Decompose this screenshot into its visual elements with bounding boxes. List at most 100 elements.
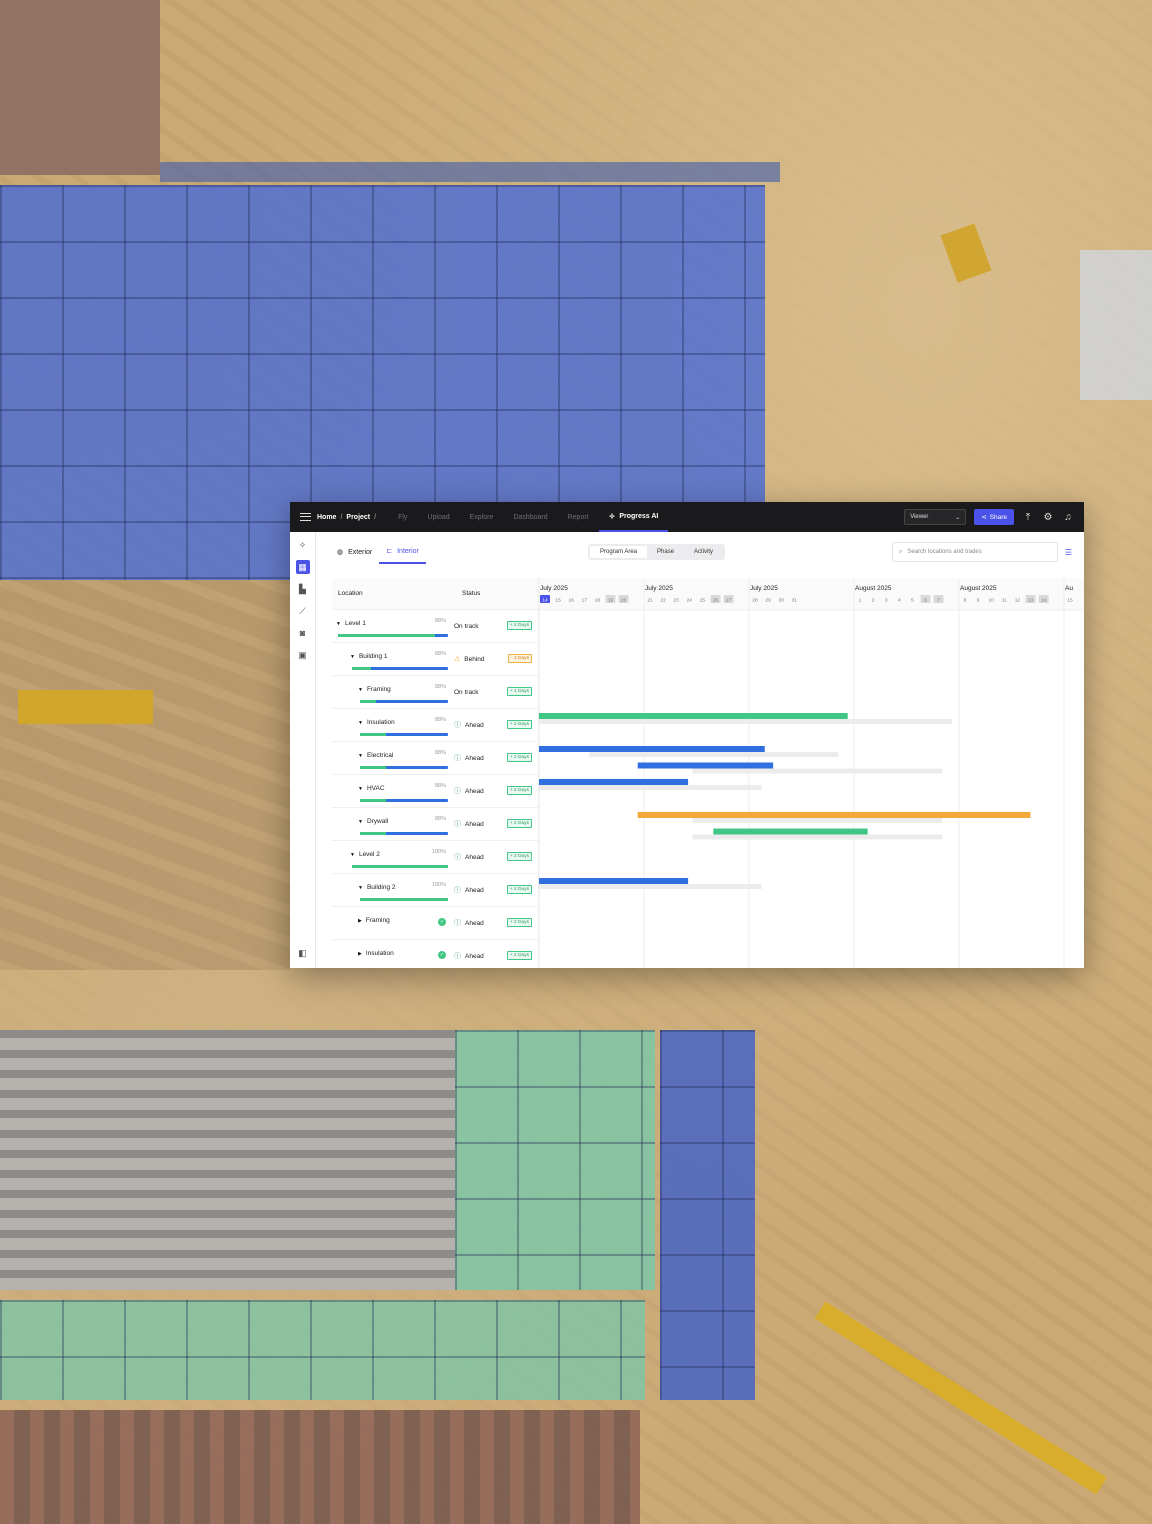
table-row[interactable]: ▶ Insulation ✓ ⓘ Ahead + 2 Days [332,940,538,968]
caret-down-icon[interactable]: ▼ [336,621,341,627]
search-input[interactable]: ⌕ Search locations and trades [892,542,1058,562]
table-header: Location Status [332,578,538,610]
tab-exterior[interactable]: ◍ Exterior [330,540,379,564]
day-label: 21 [647,597,653,603]
month-label: August 2025 [855,585,892,592]
nav-dashboard[interactable]: Dashboard [503,502,557,532]
panorama-icon[interactable]: ▣ [296,648,310,662]
schedule-delta-badge: + 2 Days [506,753,532,762]
location-name[interactable]: ▼ Level 1 [336,620,366,627]
caret-down-icon[interactable]: ▼ [358,753,363,759]
status-cell: ⓘ Ahead + 2 Days [448,775,538,807]
camera-icon[interactable]: ◙ [296,626,310,640]
day-label: 25 [700,597,706,603]
location-name[interactable]: ▼ Level 2 [350,851,380,858]
excavator [940,223,992,283]
day-label: 26 [713,597,719,603]
filter-icon[interactable]: ☰ [1065,548,1072,557]
location-name[interactable]: ▼ Insulation [358,719,395,726]
chart-icon[interactable]: ⟋ [296,604,310,618]
month-label: July 2025 [645,585,673,592]
grouping-segmented-control: Program Area Phase Activity [588,544,726,560]
location-cell: ▼ Electrical 88% [332,742,448,774]
collapse-panel-icon[interactable]: ◧ [296,946,310,960]
location-name[interactable]: ▼ Electrical [358,752,393,759]
sparkle-icon[interactable]: ✧ [296,538,310,552]
share-button[interactable]: ⋖ Share [974,509,1014,525]
day-label: 2 [872,597,875,603]
globe-icon: ◍ [337,549,344,556]
nav-report[interactable]: Report [558,502,599,532]
location-label: Level 2 [358,851,380,858]
segment-activity[interactable]: Activity [684,546,723,558]
viewer-select-value: Viewer [910,514,929,520]
nav-fly[interactable]: Fly [388,502,417,532]
caret-down-icon[interactable]: ▼ [358,720,363,726]
table-row[interactable]: ▼ Electrical 88% ⓘ Ahead + 2 Days [332,742,538,775]
grid-icon[interactable]: ▦ [295,560,310,574]
table-row[interactable]: ▶ Framing ✓ ⓘ Ahead + 2 Days [332,907,538,940]
location-name[interactable]: ▼ Building 1 [350,653,388,660]
month-label: August 2025 [960,585,997,592]
caret-right-icon[interactable]: ▶ [358,918,362,924]
viewer-select[interactable]: Viewer ⌄ [904,509,967,525]
table-row[interactable]: ▼ Framing 88% On track + 1 Days [332,676,538,709]
location-name[interactable]: ▼ HVAC [358,785,385,792]
progress-percent: 88% [434,816,446,822]
caret-down-icon[interactable]: ▼ [350,654,355,660]
share-icon: ⋖ [981,514,987,521]
caret-down-icon[interactable]: ▼ [358,819,363,825]
status-label: Ahead [465,754,484,762]
day-label: 20 [621,597,627,603]
day-label: 8 [964,597,967,603]
bell-icon[interactable]: ♫ [1062,512,1074,523]
caret-down-icon[interactable]: ▼ [358,687,363,693]
nav-upload[interactable]: Upload [417,502,459,532]
settings-icon[interactable]: ⚙ [1042,512,1054,523]
location-name[interactable]: ▶ Framing [358,917,390,924]
caret-right-icon[interactable]: ▶ [358,951,362,957]
nav-progress-ai-label: Progress AI [619,512,659,520]
table-row[interactable]: ▼ Drywall 88% ⓘ Ahead + 2 Days [332,808,538,841]
chevron-down-icon: ⌄ [955,514,961,521]
day-label: 14 [1041,597,1047,603]
menu-icon[interactable] [300,513,311,521]
table-row[interactable]: ▼ Building 2 100% ⓘ Ahead + 2 Days [332,874,538,907]
info-circle-icon: ⓘ [454,821,461,828]
table-row[interactable]: ▼ Level 1 88% On track + 2 Days [332,610,538,643]
table-row[interactable]: ▼ Building 1 88% ⚠ Behind - 3 Days [332,643,538,676]
day-label: 30 [779,597,785,603]
progress-bar [360,700,448,703]
segment-program-area[interactable]: Program Area [590,546,648,558]
upload-icon[interactable]: ⤒ [1022,512,1034,523]
month-label: July 2025 [750,585,778,592]
table-row[interactable]: ▼ Insulation 88% ⓘ Ahead + 2 Days [332,709,538,742]
location-cell: ▶ Insulation ✓ [332,940,448,968]
building-icon[interactable]: ▙ [296,582,310,596]
caret-down-icon[interactable]: ▼ [358,885,363,891]
location-name[interactable]: ▼ Framing [358,686,391,693]
breadcrumb-project[interactable]: Project [346,514,370,521]
nav-explore[interactable]: Explore [460,502,504,532]
location-name[interactable]: ▼ Building 2 [358,884,396,891]
search-placeholder: Search locations and trades [907,549,982,555]
table-row[interactable]: ▼ Level 2 100% ⓘ Ahead + 2 Days [332,841,538,874]
caret-down-icon[interactable]: ▼ [358,786,363,792]
schedule-delta-badge: + 2 Days [506,885,532,894]
progress-bar [352,667,448,670]
baseline-bar [589,752,839,757]
breadcrumb-home[interactable]: Home [317,514,336,521]
tab-interior[interactable]: ⊏ Interior [379,540,426,564]
column-status: Status [462,590,481,597]
info-circle-icon: ⓘ [454,953,461,960]
location-name[interactable]: ▼ Drywall [358,818,388,825]
progress-bar-fill [352,865,448,868]
status-label: On track [454,688,479,696]
status-label: Behind [464,655,485,663]
schedule-bar-blue [539,779,689,785]
nav-progress-ai[interactable]: ✧ Progress AI [598,502,669,532]
location-name[interactable]: ▶ Insulation [358,950,394,957]
table-row[interactable]: ▼ HVAC 88% ⓘ Ahead + 2 Days [332,775,538,808]
caret-down-icon[interactable]: ▼ [350,852,355,858]
segment-phase[interactable]: Phase [647,546,684,558]
